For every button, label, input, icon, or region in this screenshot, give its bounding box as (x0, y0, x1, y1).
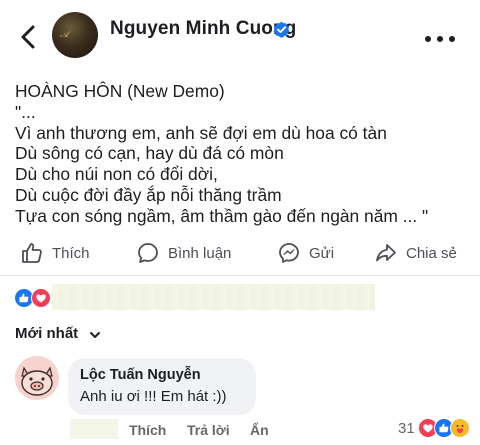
commenter-avatar[interactable] (15, 356, 59, 400)
comment-sort-label[interactable]: Mới nhất (15, 325, 78, 342)
messenger-icon (279, 243, 299, 263)
like-button[interactable]: Thích (20, 240, 90, 266)
author-name[interactable]: Nguyen Minh Cuong (110, 18, 296, 40)
like-label: Thích (52, 244, 90, 262)
love-reaction-icon[interactable] (31, 288, 51, 308)
comment-like-button[interactable]: Thích (129, 422, 166, 438)
comment-label: Bình luận (168, 244, 232, 262)
thumbs-up-icon (22, 243, 42, 263)
comment-reaction-count[interactable]: 31 (398, 420, 415, 437)
comment-text: Anh iu ơi !!! Em hát :)) (80, 388, 227, 405)
redacted-reaction-summary (52, 284, 375, 310)
divider (0, 275, 480, 276)
verified-badge-icon (273, 21, 290, 38)
redacted-timestamp (70, 419, 118, 439)
send-label: Gửi (309, 244, 335, 262)
comment-button[interactable]: Bình luận (136, 240, 231, 266)
post-line: "... (15, 101, 36, 122)
post-line: Dù cho núi non có đổi dời, (15, 164, 218, 185)
share-arrow-icon (376, 244, 396, 262)
share-button[interactable]: Chia sẻ (374, 240, 457, 266)
chevron-down-icon[interactable] (89, 330, 101, 340)
post-line: HOÀNG HÔN (New Demo) (15, 81, 225, 101)
post-line: Tựa con sóng ngầm, âm thầm gào đến ngàn … (15, 205, 429, 226)
post-line: Vì anh thương em, anh sẽ đợi em dù hoa c… (15, 122, 387, 143)
care-reaction-icon (450, 418, 470, 438)
post-line: Dù cuộc đời đầy ắp nỗi thăng trầm (15, 184, 282, 205)
post-text: HOÀNG HÔN (New Demo) "... Vì anh thương … (15, 81, 470, 227)
back-arrow-icon[interactable] (14, 22, 44, 52)
pig-sticker-icon (15, 356, 59, 400)
comment-reply-button[interactable]: Trả lời (187, 422, 230, 438)
author-avatar[interactable]: 𝒜 (52, 12, 98, 58)
comment-bubble-icon (138, 243, 158, 263)
more-options-icon[interactable] (420, 34, 460, 44)
post-line: Dù sông có cạn, hay dù đá có mòn (15, 143, 284, 164)
avatar-signature: 𝒜 (60, 30, 69, 40)
commenter-name[interactable]: Lộc Tuấn Nguyễn (80, 367, 201, 383)
send-button[interactable]: Gửi (277, 240, 334, 266)
share-label: Chia sẻ (406, 244, 457, 262)
comment-hide-button[interactable]: Ẩn (250, 422, 269, 438)
